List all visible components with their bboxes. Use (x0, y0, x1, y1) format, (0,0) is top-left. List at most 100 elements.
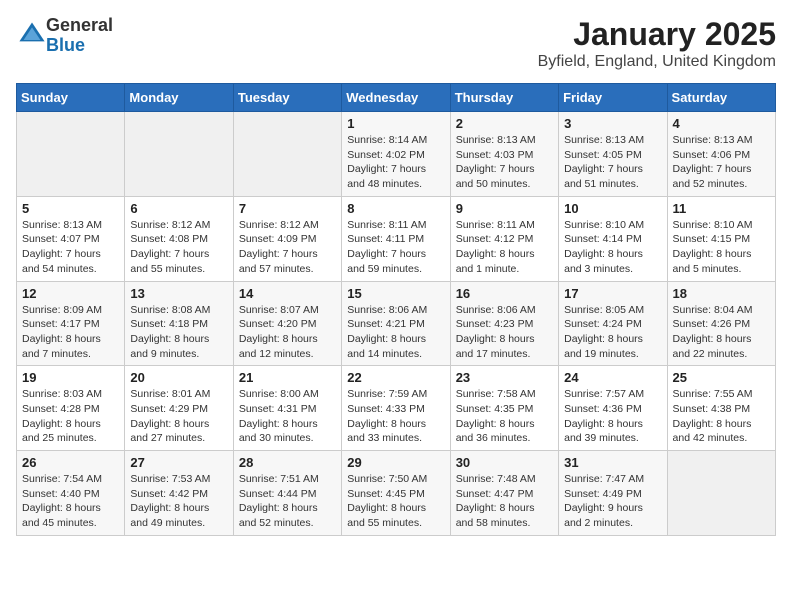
calendar-day-cell: 6Sunrise: 8:12 AM Sunset: 4:08 PM Daylig… (125, 196, 233, 281)
day-number: 2 (456, 116, 553, 131)
calendar-day-cell: 24Sunrise: 7:57 AM Sunset: 4:36 PM Dayli… (559, 366, 667, 451)
calendar-week-row: 12 Sunrise: 8:09 AM Sunset: 4:17 PM Dayli… (17, 281, 776, 366)
day-detail: Sunrise: 8:11 AM Sunset: 4:12 PM Dayligh… (456, 218, 553, 277)
calendar-day-cell: 31 Sunrise: 7:47 AM Sunset: 4:49 PM Dayli… (559, 451, 667, 536)
calendar-day-cell: 12 Sunrise: 8:09 AM Sunset: 4:17 PM Dayli… (17, 281, 125, 366)
page-header: General Blue January 2025 Byfield, Engla… (16, 16, 776, 71)
day-detail: Sunrise: 8:06 AM Sunset: 4:23 PM Dayligh… (456, 303, 553, 362)
calendar-day-cell: 16 Sunrise: 8:06 AM Sunset: 4:23 PM Dayli… (450, 281, 558, 366)
day-detail: Sunrise: 8:08 AM Sunset: 4:18 PM Dayligh… (130, 303, 227, 362)
day-detail: Sunrise: 7:55 AM Sunset: 4:38 PM Dayligh… (673, 387, 770, 446)
day-number: 13 (130, 286, 227, 301)
calendar-day-cell: 15Sunrise: 8:06 AM Sunset: 4:21 PM Dayli… (342, 281, 450, 366)
calendar-day-cell: 19 Sunrise: 8:03 AM Sunset: 4:28 PM Dayli… (17, 366, 125, 451)
calendar-day-cell: 22 Sunrise: 7:59 AM Sunset: 4:33 PM Dayli… (342, 366, 450, 451)
page-title: January 2025 (538, 16, 776, 53)
day-detail: Sunrise: 8:11 AM Sunset: 4:11 PM Dayligh… (347, 218, 444, 277)
day-number: 28 (239, 455, 336, 470)
calendar-week-row: 1 Sunrise: 8:14 AM Sunset: 4:02 PM Daylig… (17, 112, 776, 197)
day-number: 8 (347, 201, 444, 216)
logo: General Blue (16, 16, 113, 56)
calendar-header-row: SundayMondayTuesdayWednesdayThursdayFrid… (17, 84, 776, 112)
calendar-day-cell (667, 451, 775, 536)
calendar-day-cell: 3 Sunrise: 8:13 AM Sunset: 4:05 PM Daylig… (559, 112, 667, 197)
logo-blue: Blue (46, 35, 85, 55)
day-detail: Sunrise: 8:09 AM Sunset: 4:17 PM Dayligh… (22, 303, 119, 362)
day-number: 23 (456, 370, 553, 385)
calendar-day-cell (233, 112, 341, 197)
day-number: 14 (239, 286, 336, 301)
calendar-day-cell: 9 Sunrise: 8:11 AM Sunset: 4:12 PM Daylig… (450, 196, 558, 281)
day-number: 20 (130, 370, 227, 385)
calendar-day-cell: 20 Sunrise: 8:01 AM Sunset: 4:29 PM Dayli… (125, 366, 233, 451)
calendar-day-cell: 11 Sunrise: 8:10 AM Sunset: 4:15 PM Dayli… (667, 196, 775, 281)
calendar-day-cell: 28 Sunrise: 7:51 AM Sunset: 4:44 PM Dayli… (233, 451, 341, 536)
day-detail: Sunrise: 7:54 AM Sunset: 4:40 PM Dayligh… (22, 472, 119, 531)
day-detail: Sunrise: 8:05 AM Sunset: 4:24 PM Dayligh… (564, 303, 661, 362)
calendar-day-cell: 2 Sunrise: 8:13 AM Sunset: 4:03 PM Daylig… (450, 112, 558, 197)
page-subtitle: Byfield, England, United Kingdom (538, 53, 776, 71)
day-number: 17 (564, 286, 661, 301)
day-number: 27 (130, 455, 227, 470)
day-number: 7 (239, 201, 336, 216)
day-number: 18 (673, 286, 770, 301)
weekday-header: Tuesday (233, 84, 341, 112)
day-detail: Sunrise: 7:50 AM Sunset: 4:45 PM Dayligh… (347, 472, 444, 531)
calendar-day-cell: 26 Sunrise: 7:54 AM Sunset: 4:40 PM Dayli… (17, 451, 125, 536)
calendar-day-cell: 10 Sunrise: 8:10 AM Sunset: 4:14 PM Dayli… (559, 196, 667, 281)
day-number: 5 (22, 201, 119, 216)
day-number: 22 (347, 370, 444, 385)
day-detail: Sunrise: 7:57 AM Sunset: 4:36 PM Dayligh… (564, 387, 661, 446)
day-number: 6 (130, 201, 227, 216)
day-detail: Sunrise: 8:03 AM Sunset: 4:28 PM Dayligh… (22, 387, 119, 446)
day-detail: Sunrise: 8:14 AM Sunset: 4:02 PM Dayligh… (347, 133, 444, 192)
calendar-day-cell (125, 112, 233, 197)
calendar-day-cell: 7Sunrise: 8:12 AM Sunset: 4:09 PM Daylig… (233, 196, 341, 281)
day-number: 15 (347, 286, 444, 301)
day-detail: Sunrise: 8:04 AM Sunset: 4:26 PM Dayligh… (673, 303, 770, 362)
day-detail: Sunrise: 7:48 AM Sunset: 4:47 PM Dayligh… (456, 472, 553, 531)
calendar-day-cell: 5 Sunrise: 8:13 AM Sunset: 4:07 PM Daylig… (17, 196, 125, 281)
calendar-week-row: 5 Sunrise: 8:13 AM Sunset: 4:07 PM Daylig… (17, 196, 776, 281)
day-detail: Sunrise: 8:00 AM Sunset: 4:31 PM Dayligh… (239, 387, 336, 446)
day-number: 26 (22, 455, 119, 470)
day-number: 9 (456, 201, 553, 216)
day-detail: Sunrise: 7:59 AM Sunset: 4:33 PM Dayligh… (347, 387, 444, 446)
day-number: 25 (673, 370, 770, 385)
day-detail: Sunrise: 8:13 AM Sunset: 4:05 PM Dayligh… (564, 133, 661, 192)
weekday-header: Monday (125, 84, 233, 112)
day-detail: Sunrise: 8:13 AM Sunset: 4:03 PM Dayligh… (456, 133, 553, 192)
day-detail: Sunrise: 8:13 AM Sunset: 4:07 PM Dayligh… (22, 218, 119, 277)
day-detail: Sunrise: 7:58 AM Sunset: 4:35 PM Dayligh… (456, 387, 553, 446)
day-detail: Sunrise: 8:01 AM Sunset: 4:29 PM Dayligh… (130, 387, 227, 446)
weekday-header: Thursday (450, 84, 558, 112)
weekday-header: Wednesday (342, 84, 450, 112)
calendar-day-cell (17, 112, 125, 197)
day-detail: Sunrise: 7:51 AM Sunset: 4:44 PM Dayligh… (239, 472, 336, 531)
day-detail: Sunrise: 8:10 AM Sunset: 4:15 PM Dayligh… (673, 218, 770, 277)
day-number: 1 (347, 116, 444, 131)
day-number: 31 (564, 455, 661, 470)
day-number: 21 (239, 370, 336, 385)
day-number: 12 (22, 286, 119, 301)
weekday-header: Friday (559, 84, 667, 112)
day-number: 19 (22, 370, 119, 385)
day-number: 4 (673, 116, 770, 131)
title-block: January 2025 Byfield, England, United Ki… (538, 16, 776, 71)
calendar-day-cell: 25 Sunrise: 7:55 AM Sunset: 4:38 PM Dayli… (667, 366, 775, 451)
day-number: 10 (564, 201, 661, 216)
day-detail: Sunrise: 8:10 AM Sunset: 4:14 PM Dayligh… (564, 218, 661, 277)
calendar-week-row: 26 Sunrise: 7:54 AM Sunset: 4:40 PM Dayli… (17, 451, 776, 536)
day-detail: Sunrise: 7:47 AM Sunset: 4:49 PM Dayligh… (564, 472, 661, 531)
calendar-day-cell: 13 Sunrise: 8:08 AM Sunset: 4:18 PM Dayli… (125, 281, 233, 366)
calendar-day-cell: 14 Sunrise: 8:07 AM Sunset: 4:20 PM Dayli… (233, 281, 341, 366)
day-number: 3 (564, 116, 661, 131)
day-detail: Sunrise: 8:07 AM Sunset: 4:20 PM Dayligh… (239, 303, 336, 362)
day-detail: Sunrise: 7:53 AM Sunset: 4:42 PM Dayligh… (130, 472, 227, 531)
logo-general: General (46, 15, 113, 35)
day-number: 30 (456, 455, 553, 470)
calendar-day-cell: 21 Sunrise: 8:00 AM Sunset: 4:31 PM Dayli… (233, 366, 341, 451)
day-number: 11 (673, 201, 770, 216)
day-detail: Sunrise: 8:13 AM Sunset: 4:06 PM Dayligh… (673, 133, 770, 192)
day-number: 16 (456, 286, 553, 301)
